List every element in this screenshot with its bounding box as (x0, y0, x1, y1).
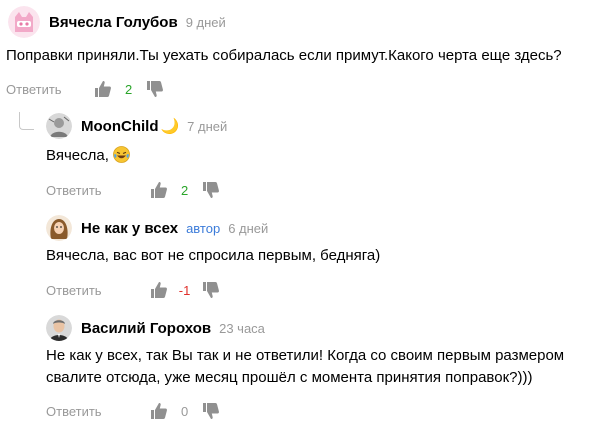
comment-header: Вячесла Голубов 9 дней (8, 6, 226, 38)
comment-text-line: Не как у всех, так Вы так и не ответили!… (46, 347, 565, 364)
thumbs-up-icon[interactable] (94, 80, 112, 98)
rating-count: 0 (180, 403, 189, 419)
comment-text-content: Вячесла, (46, 147, 109, 164)
author-badge: автор (186, 220, 221, 236)
thumbs-down-icon[interactable] (202, 281, 220, 299)
thumbs-up-icon[interactable] (150, 281, 168, 299)
thumbs-up-icon[interactable] (150, 402, 168, 420)
rating-count: -1 (178, 282, 191, 298)
comment-text: Вячесла, (46, 145, 130, 167)
rating-count: 2 (124, 81, 133, 97)
thread-connector-line (19, 112, 34, 130)
comment-actions: Ответить -1 (46, 280, 220, 300)
comment-text-line: свалите отсюда, уже месяц прошёл с момен… (46, 369, 533, 386)
thumbs-down-icon[interactable] (146, 80, 164, 98)
comment-header: Не как у всех автор 6 дней (46, 215, 268, 241)
author-name[interactable]: MoonChild (81, 118, 158, 135)
comment-actions: Ответить 2 (6, 79, 164, 99)
cat-mask-avatar[interactable] (8, 6, 40, 38)
comment-time[interactable]: 9 дней (186, 15, 226, 30)
author-name[interactable]: Василий Горохов (81, 320, 211, 337)
comment-text: Поправки приняли.Ты уехать собиралась ес… (6, 47, 562, 64)
reply-button[interactable]: Ответить (6, 82, 62, 97)
moon-emoji: 🌙 (160, 118, 180, 135)
author-name[interactable]: Не как у всех (81, 220, 178, 237)
comment-header: Василий Горохов 23 часа (46, 315, 265, 341)
comment-time[interactable]: 6 дней (228, 221, 268, 236)
sketch-photo-avatar[interactable] (46, 113, 72, 139)
comment-time[interactable]: 23 часа (219, 321, 265, 336)
rating-count: 2 (180, 182, 189, 198)
thumbs-down-icon[interactable] (202, 402, 220, 420)
laughing-tears-emoji-icon (113, 146, 130, 163)
man-portrait-avatar[interactable] (46, 315, 72, 341)
comment-text: Вячесла, вас вот не спросила первым, бед… (46, 247, 381, 264)
reply-button[interactable]: Ответить (46, 283, 102, 298)
comment-actions: Ответить 2 (46, 180, 220, 200)
reply-button[interactable]: Ответить (46, 404, 102, 419)
woman-drawing-avatar[interactable] (46, 215, 72, 241)
comment-actions: Ответить 0 (46, 401, 220, 421)
reply-button[interactable]: Ответить (46, 183, 102, 198)
author-name[interactable]: Вячесла Голубов (49, 14, 178, 31)
thumbs-down-icon[interactable] (202, 181, 220, 199)
comment-time[interactable]: 7 дней (187, 119, 227, 134)
comment-header: MoonChild 🌙 7 дней (46, 113, 227, 139)
thumbs-up-icon[interactable] (150, 181, 168, 199)
comment-text: Не как у всех, так Вы так и не ответили!… (46, 345, 564, 389)
